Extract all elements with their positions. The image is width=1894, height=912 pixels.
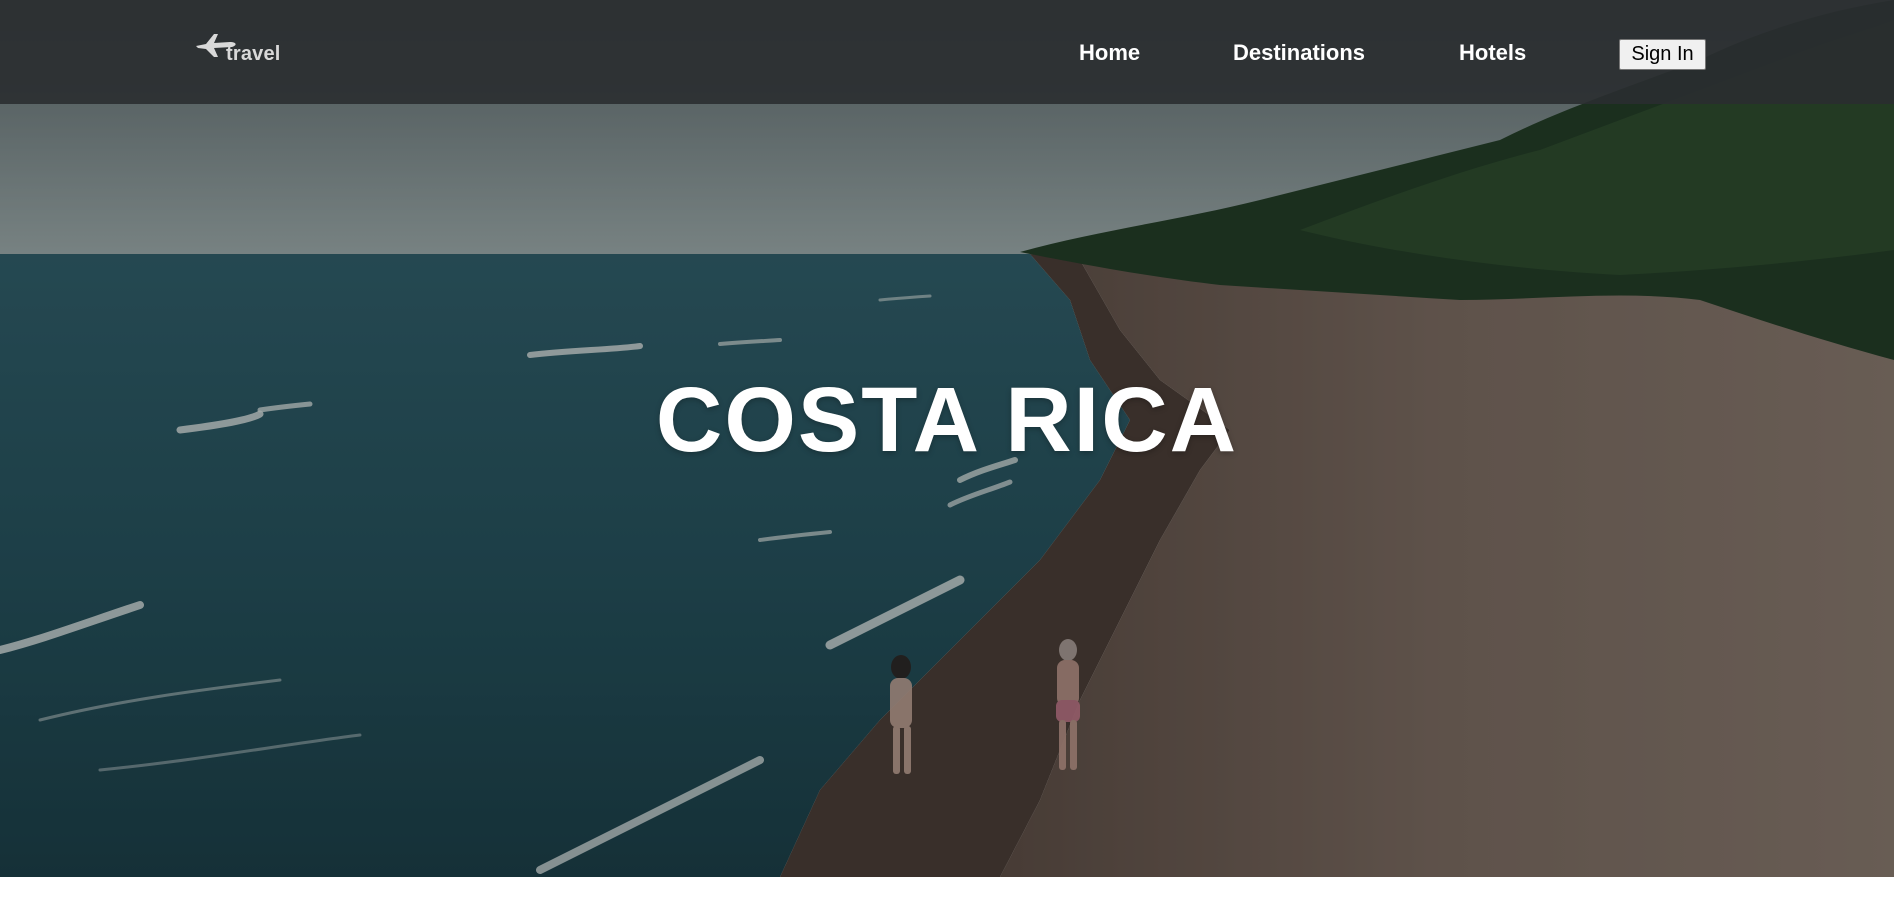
sign-in-button[interactable]: Sign In (1619, 39, 1706, 70)
nav-destinations-link[interactable]: Destinations (1233, 40, 1365, 66)
nav-home-link[interactable]: Home (1079, 40, 1140, 66)
hero-banner: COSTA RICA (0, 0, 1894, 877)
hero-title: COSTA RICA (655, 369, 1239, 471)
navbar: travel Home Destinations Hotels Sign In (0, 0, 1894, 104)
nav-hotels-link[interactable]: Hotels (1459, 40, 1526, 66)
nav-links: Home Destinations Hotels (0, 40, 1894, 70)
